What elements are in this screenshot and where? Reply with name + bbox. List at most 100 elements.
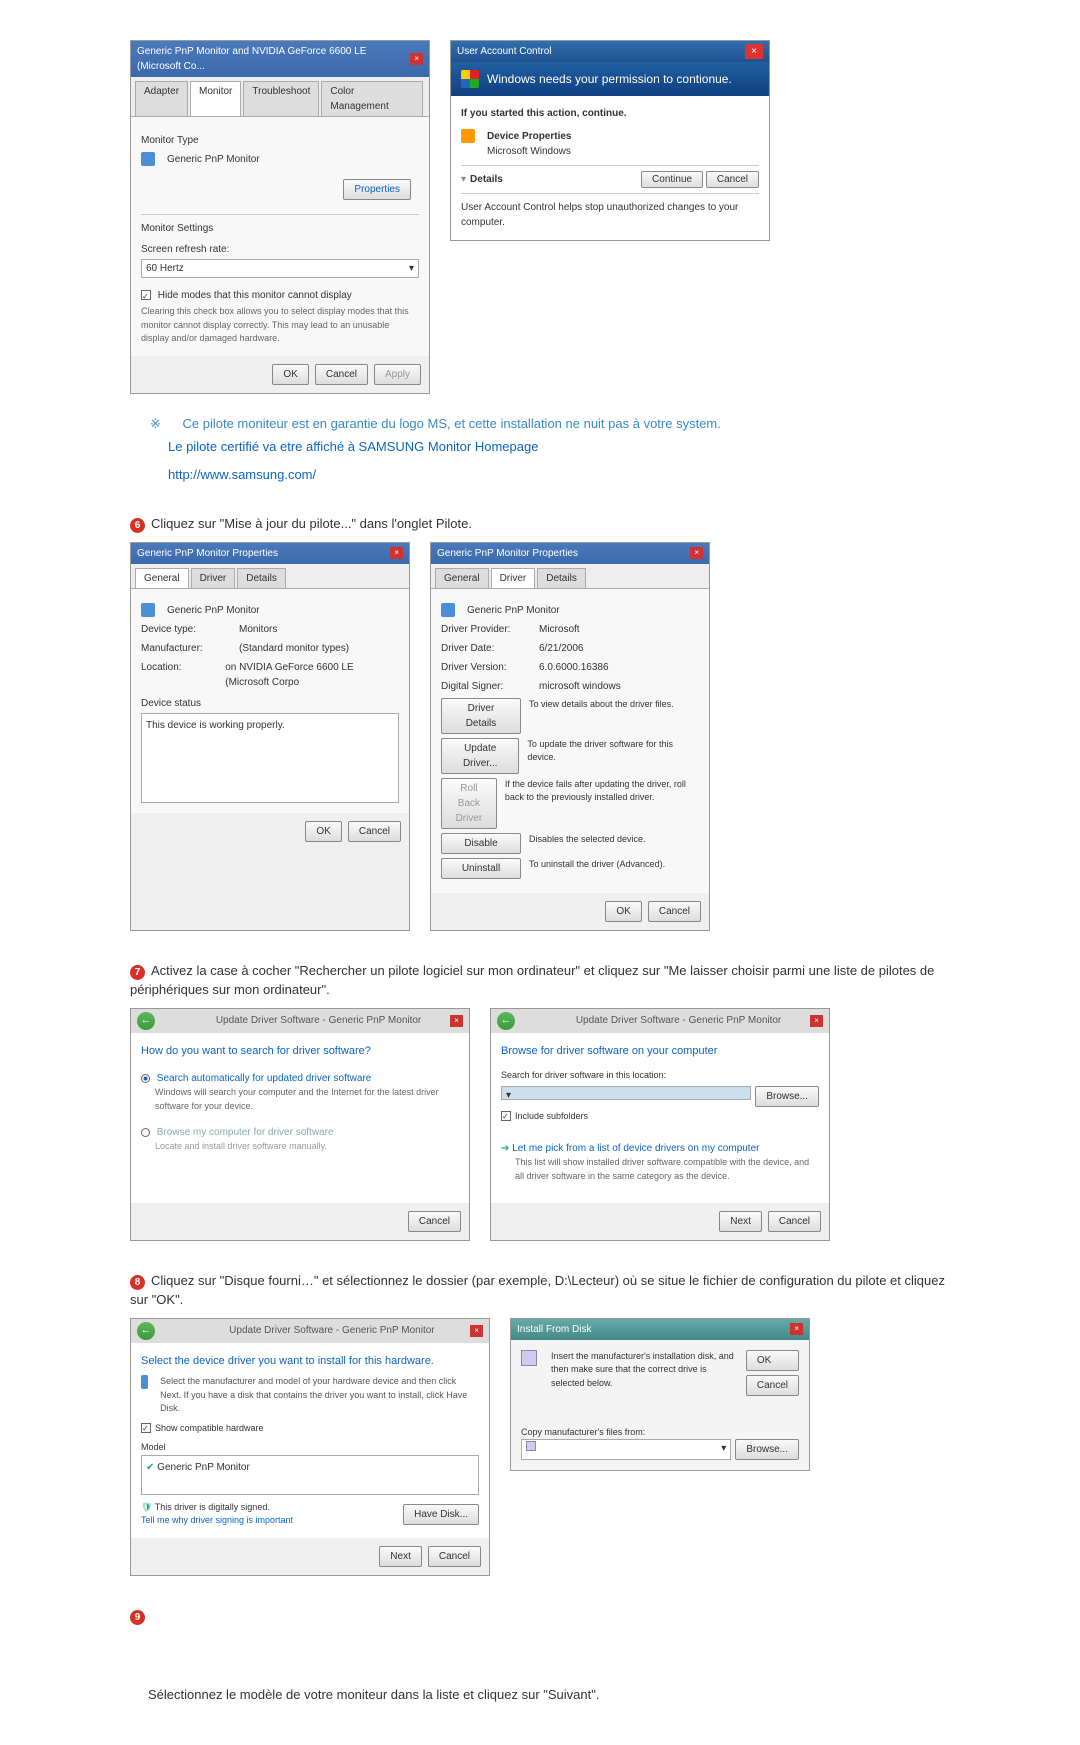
ifd-message: Insert the manufacturer's installation d… <box>551 1350 738 1396</box>
tab-general[interactable]: General <box>135 568 189 588</box>
status-box: This device is working properly. <box>141 713 399 803</box>
browse-button[interactable]: Browse... <box>735 1439 799 1460</box>
continue-button[interactable]: Continue <box>641 171 703 188</box>
manuf-value: (Standard monitor types) <box>239 641 349 656</box>
dialog-title: Generic PnP Monitor Properties <box>137 546 278 561</box>
details-expander[interactable]: ▾ Details <box>461 172 503 187</box>
update-driver-button[interactable]: Update Driver... <box>441 738 519 774</box>
include-sub-label: Include subfolders <box>515 1111 588 1121</box>
uac-header: Windows needs your permission to contion… <box>451 62 769 96</box>
browse-button[interactable]: Browse... <box>755 1086 819 1107</box>
monitor-panel: Monitor Type Generic PnP Monitor Propert… <box>131 117 429 356</box>
ok-button[interactable]: OK <box>746 1350 799 1371</box>
ok-button[interactable]: OK <box>272 364 308 385</box>
cancel-button[interactable]: Cancel <box>746 1375 799 1396</box>
samsung-link[interactable]: http://www.samsung.com/ <box>168 465 950 485</box>
tab-details[interactable]: Details <box>537 568 586 588</box>
pick-list-title[interactable]: Let me pick from a list of device driver… <box>512 1143 759 1154</box>
model-list[interactable]: ✔ Generic PnP Monitor <box>141 1455 479 1495</box>
cancel-button[interactable]: Cancel <box>428 1546 481 1567</box>
ok-button[interactable]: OK <box>305 821 341 842</box>
date-value: 6/21/2006 <box>539 641 584 656</box>
prov-label: Driver Provider: <box>441 622 531 637</box>
tab-details[interactable]: Details <box>237 568 286 588</box>
install-from-disk-dialog: Install From Disk × Insert the manufactur… <box>510 1318 810 1472</box>
status-text: This device is working properly. <box>146 720 285 731</box>
tab-adapter[interactable]: Adapter <box>135 81 188 116</box>
bullet-8: 8 <box>130 1275 145 1290</box>
close-icon[interactable]: × <box>790 1323 803 1335</box>
props-driver-dialog: Generic PnP Monitor Properties× General … <box>430 542 710 931</box>
uac-footer: User Account Control helps stop unauthor… <box>461 200 759 230</box>
monitor-icon <box>441 603 455 617</box>
tab-monitor[interactable]: Monitor <box>190 81 241 116</box>
back-icon[interactable]: ← <box>137 1322 155 1340</box>
wizard-crumb: Update Driver Software - Generic PnP Mon… <box>576 1013 781 1028</box>
tab-general[interactable]: General <box>435 568 489 588</box>
wizard-select-dialog: ← Update Driver Software - Generic PnP M… <box>130 1318 490 1576</box>
include-sub-checkbox[interactable] <box>501 1111 511 1121</box>
chevron-down-icon: ▾ <box>461 172 466 187</box>
disable-button[interactable]: Disable <box>441 833 521 854</box>
wizard-browse-dialog: ← Update Driver Software - Generic PnP M… <box>490 1008 830 1241</box>
cancel-button[interactable]: Cancel <box>768 1211 821 1232</box>
arrow-icon: ➔ <box>501 1143 509 1154</box>
browse-title[interactable]: Browse my computer for driver software <box>157 1127 334 1138</box>
step-9-text: Sélectionnez le modèle de votre moniteur… <box>148 1685 950 1705</box>
why-signing-link[interactable]: Tell me why driver signing is important <box>141 1514 293 1528</box>
next-button[interactable]: Next <box>719 1211 762 1232</box>
next-button[interactable]: Next <box>379 1546 422 1567</box>
rollback-button: Roll Back Driver <box>441 778 497 829</box>
cancel-button[interactable]: Cancel <box>315 364 368 385</box>
close-icon[interactable]: × <box>390 547 403 559</box>
uac-title: User Account Control <box>457 44 552 59</box>
refresh-value: 60 Hertz <box>146 261 184 276</box>
shield-icon <box>461 70 479 88</box>
cancel-button[interactable]: Cancel <box>706 171 759 188</box>
close-icon[interactable]: × <box>690 547 703 559</box>
close-icon[interactable]: × <box>745 44 763 59</box>
hide-modes-checkbox[interactable] <box>141 290 151 300</box>
back-icon[interactable]: ← <box>137 1012 155 1030</box>
path-input[interactable]: ▾ <box>501 1086 751 1100</box>
cancel-button[interactable]: Cancel <box>408 1211 461 1232</box>
cancel-button[interactable]: Cancel <box>648 901 701 922</box>
show-compat-checkbox[interactable] <box>141 1423 151 1433</box>
ms-windows-label: Microsoft Windows <box>487 144 572 159</box>
refresh-select[interactable]: 60 Hertz ▾ <box>141 259 419 278</box>
close-icon[interactable]: × <box>810 1015 823 1027</box>
uninstall-button[interactable]: Uninstall <box>441 858 521 879</box>
step-9: 9 <box>130 1606 950 1626</box>
back-icon[interactable]: ← <box>497 1012 515 1030</box>
tab-driver[interactable]: Driver <box>191 568 236 588</box>
step-8-text: Cliquez sur "Disque fourni…" et sélectio… <box>130 1273 945 1308</box>
driver-details-button[interactable]: Driver Details <box>441 698 521 734</box>
dialog-title: Install From Disk <box>517 1322 591 1337</box>
close-icon[interactable]: × <box>410 53 423 65</box>
list-item[interactable]: Generic PnP Monitor <box>157 1462 250 1473</box>
monitor-properties-dialog: Generic PnP Monitor and NVIDIA GeForce 6… <box>130 40 430 394</box>
chevron-down-icon: ▾ <box>409 261 414 276</box>
close-icon[interactable]: × <box>450 1015 463 1027</box>
tab-color-mgmt[interactable]: Color Management <box>321 81 423 116</box>
bullet-7: 7 <box>130 965 145 980</box>
loc-label: Location: <box>141 660 217 690</box>
device-name: Generic PnP Monitor <box>167 603 260 618</box>
monitor-icon <box>141 603 155 617</box>
ok-button[interactable]: OK <box>605 901 641 922</box>
tab-troubleshoot[interactable]: Troubleshoot <box>243 81 319 116</box>
search-auto-radio[interactable] <box>141 1074 150 1083</box>
cancel-button[interactable]: Cancel <box>348 821 401 842</box>
browse-radio[interactable] <box>141 1128 150 1137</box>
tab-driver[interactable]: Driver <box>491 568 536 588</box>
copy-path-input[interactable]: ▾ <box>521 1439 731 1460</box>
search-auto-title[interactable]: Search automatically for updated driver … <box>157 1073 372 1084</box>
have-disk-button[interactable]: Have Disk... <box>403 1504 479 1525</box>
refresh-label: Screen refresh rate: <box>141 242 419 257</box>
note-star-icon: ※ <box>150 416 165 431</box>
device-properties-label: Device Properties <box>487 129 572 144</box>
close-icon[interactable]: × <box>470 1325 483 1337</box>
wizard-desc: Select the manufacturer and model of you… <box>160 1375 479 1416</box>
step-8: 8Cliquez sur "Disque fourni…" et sélecti… <box>130 1271 950 1310</box>
properties-button[interactable]: Properties <box>343 179 411 200</box>
